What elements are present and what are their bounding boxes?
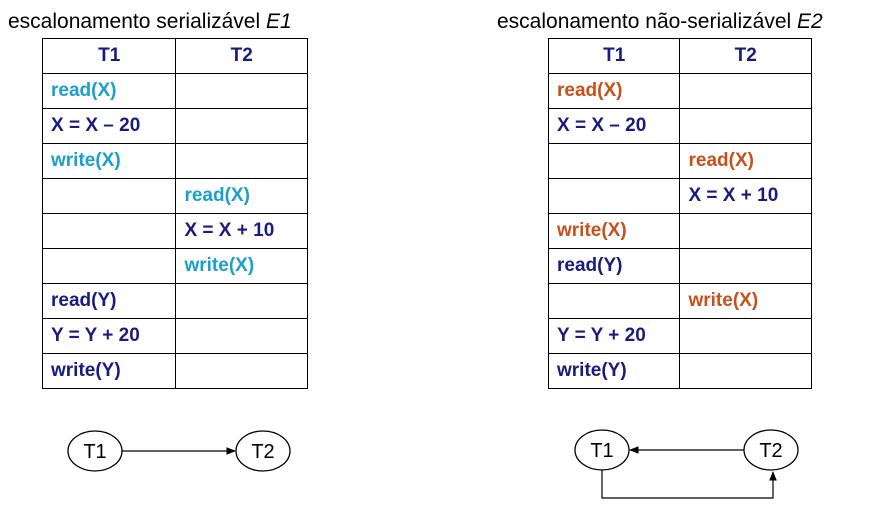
e2-node-t1-label: T1 xyxy=(590,440,613,462)
e1-node-t1-label: T1 xyxy=(83,441,106,463)
e2-graph: T1 T2 xyxy=(574,429,799,499)
e2-edge-t1-t2 xyxy=(601,470,777,499)
e1-node-t2-label: T2 xyxy=(251,441,274,463)
e2-node-t2-label: T2 xyxy=(759,440,782,462)
precedence-graphs: T1 T2 T1 T2 xyxy=(67,429,799,499)
e1-graph: T1 T2 xyxy=(67,430,291,472)
